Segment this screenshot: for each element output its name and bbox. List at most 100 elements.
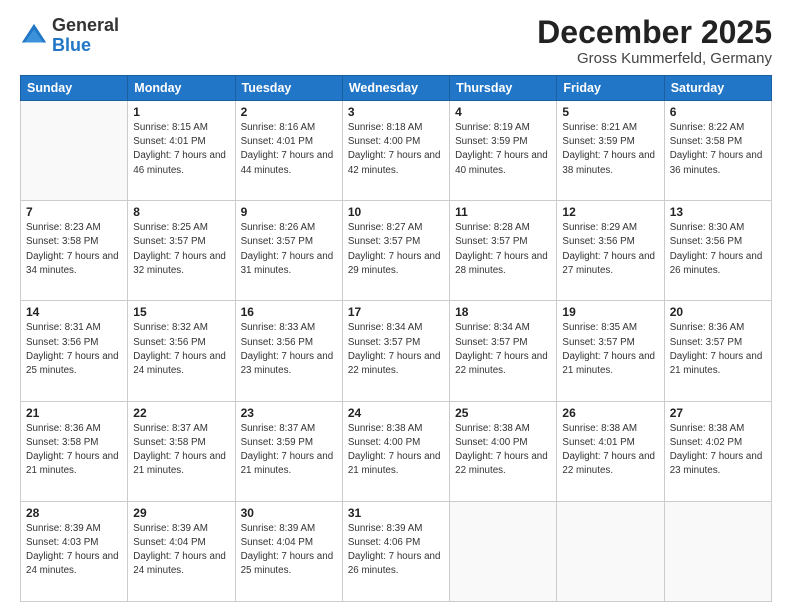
cell-info: Sunrise: 8:39 AMSunset: 4:04 PMDaylight:… bbox=[133, 522, 229, 579]
day-number: 6 bbox=[670, 105, 766, 119]
day-number: 27 bbox=[670, 406, 766, 420]
day-number: 15 bbox=[133, 305, 229, 319]
weekday-header-friday: Friday bbox=[557, 76, 664, 101]
calendar-cell: 4 Sunrise: 8:19 AMSunset: 3:59 PMDaylight… bbox=[450, 101, 557, 201]
calendar-cell: 25Sunrise: 8:38 AMSunset: 4:00 PMDayligh… bbox=[450, 401, 557, 501]
calendar-cell: 3Sunrise: 8:18 AMSunset: 4:00 PMDaylight… bbox=[342, 101, 449, 201]
calendar-cell: 10Sunrise: 8:27 AMSunset: 3:57 PMDayligh… bbox=[342, 201, 449, 301]
cell-info: Sunrise: 8:39 AMSunset: 4:04 PMDaylight:… bbox=[241, 522, 337, 579]
logo-text: General Blue bbox=[52, 16, 119, 56]
day-number: 22 bbox=[133, 406, 229, 420]
day-number: 4 bbox=[455, 105, 551, 119]
logo-blue: Blue bbox=[52, 35, 91, 55]
cell-info: Sunrise: 8:28 AMSunset: 3:57 PMDaylight:… bbox=[455, 221, 551, 278]
cell-info: Sunrise: 8:22 AMSunset: 3:58 PMDaylight:… bbox=[670, 121, 766, 178]
calendar-cell bbox=[450, 501, 557, 601]
calendar-cell: 9 Sunrise: 8:26 AMSunset: 3:57 PMDaylight… bbox=[235, 201, 342, 301]
day-number: 3 bbox=[348, 105, 444, 119]
calendar-cell: 20 Sunrise: 8:36 AMSunset: 3:57 PMDayligh… bbox=[664, 301, 771, 401]
calendar-cell: 23 Sunrise: 8:37 AMSunset: 3:59 PMDayligh… bbox=[235, 401, 342, 501]
cell-info: Sunrise: 8:36 AMSunset: 3:57 PMDaylight:… bbox=[670, 321, 766, 378]
week-row-1: 1Sunrise: 8:15 AMSunset: 4:01 PMDaylight… bbox=[21, 101, 772, 201]
cell-info: Sunrise: 8:27 AMSunset: 3:57 PMDaylight:… bbox=[348, 221, 444, 278]
calendar-cell: 7 Sunrise: 8:23 AMSunset: 3:58 PMDaylight… bbox=[21, 201, 128, 301]
week-row-2: 7 Sunrise: 8:23 AMSunset: 3:58 PMDaylight… bbox=[21, 201, 772, 301]
day-number: 13 bbox=[670, 205, 766, 219]
location: Gross Kummerfeld, Germany bbox=[537, 50, 772, 67]
day-number: 8 bbox=[133, 205, 229, 219]
cell-info: Sunrise: 8:31 AMSunset: 3:56 PMDaylight:… bbox=[26, 321, 122, 378]
day-number: 23 bbox=[241, 406, 337, 420]
calendar-cell: 5Sunrise: 8:21 AMSunset: 3:59 PMDaylight… bbox=[557, 101, 664, 201]
week-row-3: 14Sunrise: 8:31 AMSunset: 3:56 PMDayligh… bbox=[21, 301, 772, 401]
logo-general: General bbox=[52, 15, 119, 35]
week-row-4: 21 Sunrise: 8:36 AMSunset: 3:58 PMDayligh… bbox=[21, 401, 772, 501]
day-number: 28 bbox=[26, 506, 122, 520]
cell-info: Sunrise: 8:16 AMSunset: 4:01 PMDaylight:… bbox=[241, 121, 337, 178]
cell-info: Sunrise: 8:36 AMSunset: 3:58 PMDaylight:… bbox=[26, 422, 122, 479]
cell-info: Sunrise: 8:39 AMSunset: 4:06 PMDaylight:… bbox=[348, 522, 444, 579]
calendar-cell: 6 Sunrise: 8:22 AMSunset: 3:58 PMDaylight… bbox=[664, 101, 771, 201]
day-number: 30 bbox=[241, 506, 337, 520]
day-number: 20 bbox=[670, 305, 766, 319]
cell-info: Sunrise: 8:29 AMSunset: 3:56 PMDaylight:… bbox=[562, 221, 658, 278]
cell-info: Sunrise: 8:25 AMSunset: 3:57 PMDaylight:… bbox=[133, 221, 229, 278]
cell-info: Sunrise: 8:32 AMSunset: 3:56 PMDaylight:… bbox=[133, 321, 229, 378]
calendar-cell: 27 Sunrise: 8:38 AMSunset: 4:02 PMDayligh… bbox=[664, 401, 771, 501]
calendar-cell: 22 Sunrise: 8:37 AMSunset: 3:58 PMDayligh… bbox=[128, 401, 235, 501]
calendar-cell: 29 Sunrise: 8:39 AMSunset: 4:04 PMDayligh… bbox=[128, 501, 235, 601]
day-number: 18 bbox=[455, 305, 551, 319]
cell-info: Sunrise: 8:19 AMSunset: 3:59 PMDaylight:… bbox=[455, 121, 551, 178]
weekday-header-sunday: Sunday bbox=[21, 76, 128, 101]
calendar-cell: 24 Sunrise: 8:38 AMSunset: 4:00 PMDayligh… bbox=[342, 401, 449, 501]
day-number: 25 bbox=[455, 406, 551, 420]
calendar-cell: 19Sunrise: 8:35 AMSunset: 3:57 PMDayligh… bbox=[557, 301, 664, 401]
cell-info: Sunrise: 8:30 AMSunset: 3:56 PMDaylight:… bbox=[670, 221, 766, 278]
calendar-cell: 11Sunrise: 8:28 AMSunset: 3:57 PMDayligh… bbox=[450, 201, 557, 301]
cell-info: Sunrise: 8:37 AMSunset: 3:58 PMDaylight:… bbox=[133, 422, 229, 479]
weekday-header-wednesday: Wednesday bbox=[342, 76, 449, 101]
day-number: 12 bbox=[562, 205, 658, 219]
calendar-cell: 8 Sunrise: 8:25 AMSunset: 3:57 PMDaylight… bbox=[128, 201, 235, 301]
cell-info: Sunrise: 8:38 AMSunset: 4:02 PMDaylight:… bbox=[670, 422, 766, 479]
cell-info: Sunrise: 8:26 AMSunset: 3:57 PMDaylight:… bbox=[241, 221, 337, 278]
cell-info: Sunrise: 8:23 AMSunset: 3:58 PMDaylight:… bbox=[26, 221, 122, 278]
calendar-cell bbox=[557, 501, 664, 601]
weekday-header-tuesday: Tuesday bbox=[235, 76, 342, 101]
cell-info: Sunrise: 8:35 AMSunset: 3:57 PMDaylight:… bbox=[562, 321, 658, 378]
calendar-cell: 21 Sunrise: 8:36 AMSunset: 3:58 PMDayligh… bbox=[21, 401, 128, 501]
calendar-cell: 14Sunrise: 8:31 AMSunset: 3:56 PMDayligh… bbox=[21, 301, 128, 401]
calendar-table: SundayMondayTuesdayWednesdayThursdayFrid… bbox=[20, 75, 772, 602]
cell-info: Sunrise: 8:34 AMSunset: 3:57 PMDaylight:… bbox=[348, 321, 444, 378]
weekday-header-monday: Monday bbox=[128, 76, 235, 101]
month-title: December 2025 bbox=[537, 16, 772, 48]
calendar-cell: 2Sunrise: 8:16 AMSunset: 4:01 PMDaylight… bbox=[235, 101, 342, 201]
page: General Blue December 2025 Gross Kummerf… bbox=[0, 0, 792, 612]
cell-info: Sunrise: 8:33 AMSunset: 3:56 PMDaylight:… bbox=[241, 321, 337, 378]
title-block: December 2025 Gross Kummerfeld, Germany bbox=[537, 16, 772, 67]
day-number: 5 bbox=[562, 105, 658, 119]
calendar-cell: 18Sunrise: 8:34 AMSunset: 3:57 PMDayligh… bbox=[450, 301, 557, 401]
day-number: 9 bbox=[241, 205, 337, 219]
calendar-cell: 12 Sunrise: 8:29 AMSunset: 3:56 PMDayligh… bbox=[557, 201, 664, 301]
day-number: 24 bbox=[348, 406, 444, 420]
calendar-cell: 13 Sunrise: 8:30 AMSunset: 3:56 PMDayligh… bbox=[664, 201, 771, 301]
day-number: 1 bbox=[133, 105, 229, 119]
cell-info: Sunrise: 8:38 AMSunset: 4:00 PMDaylight:… bbox=[348, 422, 444, 479]
cell-info: Sunrise: 8:37 AMSunset: 3:59 PMDaylight:… bbox=[241, 422, 337, 479]
calendar-cell bbox=[21, 101, 128, 201]
day-number: 26 bbox=[562, 406, 658, 420]
day-number: 31 bbox=[348, 506, 444, 520]
calendar-cell: 30 Sunrise: 8:39 AMSunset: 4:04 PMDayligh… bbox=[235, 501, 342, 601]
cell-info: Sunrise: 8:38 AMSunset: 4:01 PMDaylight:… bbox=[562, 422, 658, 479]
day-number: 7 bbox=[26, 205, 122, 219]
calendar-cell: 16 Sunrise: 8:33 AMSunset: 3:56 PMDayligh… bbox=[235, 301, 342, 401]
calendar-cell: 17Sunrise: 8:34 AMSunset: 3:57 PMDayligh… bbox=[342, 301, 449, 401]
day-number: 21 bbox=[26, 406, 122, 420]
day-number: 16 bbox=[241, 305, 337, 319]
logo: General Blue bbox=[20, 16, 119, 56]
calendar-cell: 15 Sunrise: 8:32 AMSunset: 3:56 PMDayligh… bbox=[128, 301, 235, 401]
logo-icon bbox=[20, 22, 48, 50]
day-number: 29 bbox=[133, 506, 229, 520]
weekday-header-thursday: Thursday bbox=[450, 76, 557, 101]
